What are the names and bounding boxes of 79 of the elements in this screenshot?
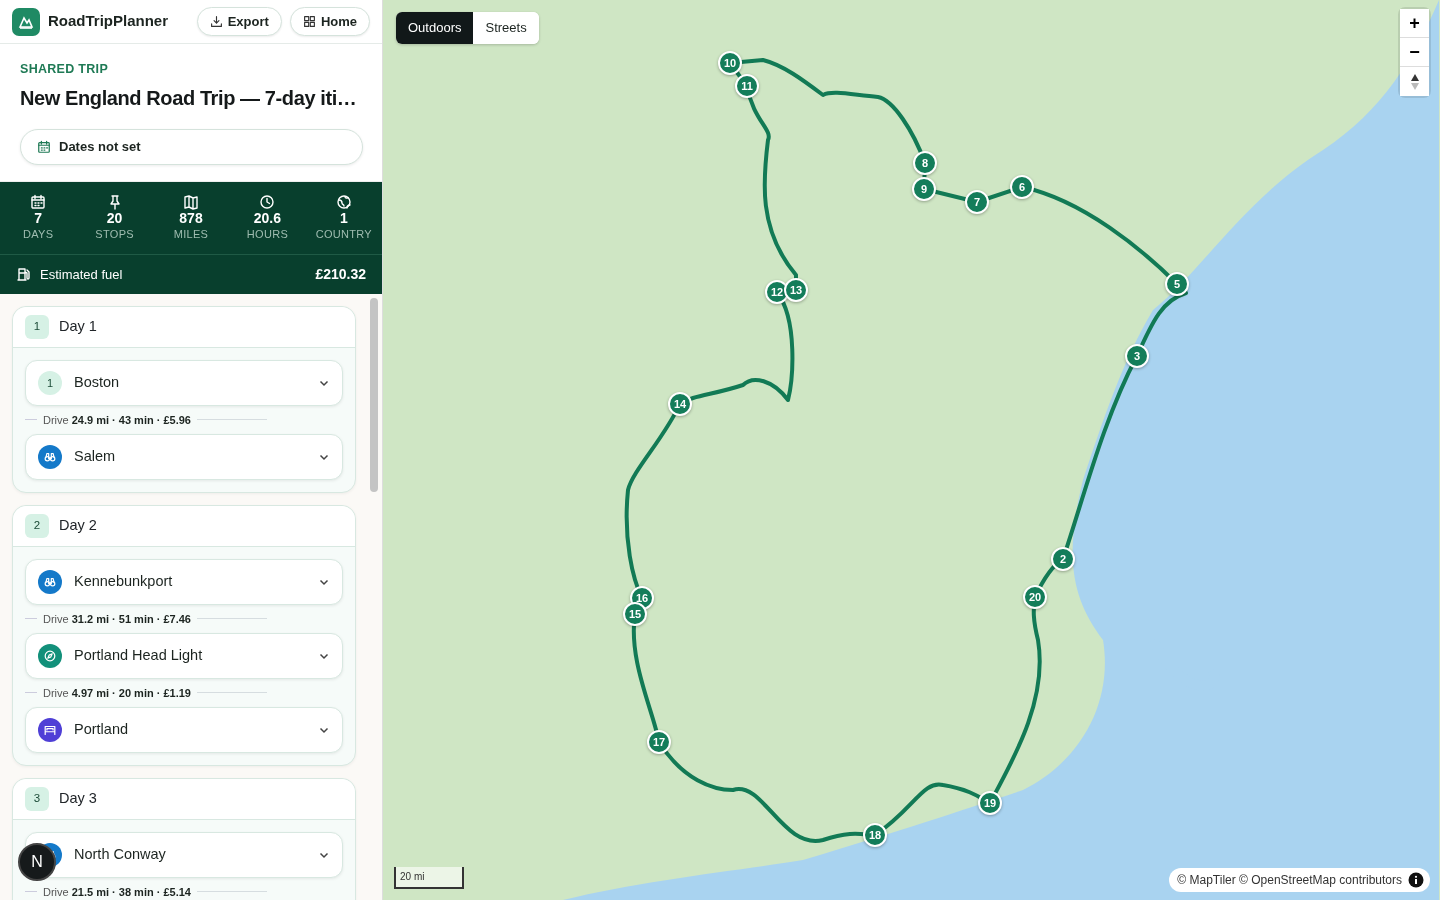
- attribution-text: © MapTiler © OpenStreetMap contributors: [1177, 872, 1402, 889]
- stat-label: MILES: [173, 226, 209, 242]
- map-style-tab[interactable]: Outdoors: [396, 12, 474, 44]
- stat-label: STOPS: [95, 226, 134, 242]
- calendar-icon: [30, 193, 47, 210]
- stat-value: 7: [34, 209, 43, 226]
- route-marker[interactable]: 15: [623, 602, 647, 626]
- day-header[interactable]: 3 Day 3: [13, 778, 355, 820]
- stat-value: 20.6: [253, 209, 282, 226]
- fuel-label: Estimated fuel: [40, 265, 124, 284]
- stop-name: Boston: [74, 372, 121, 392]
- route-marker[interactable]: 18: [863, 823, 887, 847]
- globe-icon: [335, 193, 352, 210]
- stop-name: Salem: [74, 446, 117, 466]
- stop-number: 1: [38, 370, 62, 395]
- north-arrow-icon: [1409, 73, 1420, 92]
- map-view[interactable]: 10 11 8 9 7 6 5 3 2 20 12 13 14 16 15 17 18 19 Outdoors Streets + − 20 mi © MapTiler © OpenStreetMap contributors: [383, 0, 1440, 900]
- route-marker[interactable]: 10: [718, 51, 742, 75]
- calendar-icon: [37, 139, 51, 154]
- route-marker[interactable]: 8: [913, 151, 937, 175]
- scale-bar: 20 mi: [394, 867, 464, 889]
- grid-icon: [302, 15, 316, 28]
- route-marker[interactable]: 2: [1051, 547, 1075, 571]
- route-marker[interactable]: 14: [668, 392, 692, 416]
- day-title: Day 2: [59, 515, 97, 535]
- day-number: 2: [25, 513, 49, 538]
- route-marker[interactable]: 6: [1010, 175, 1034, 199]
- stop-card[interactable]: 1 Boston: [25, 359, 343, 406]
- route-marker[interactable]: 13: [784, 278, 808, 302]
- clock-icon: [259, 193, 276, 210]
- logo-icon: [12, 7, 40, 36]
- day-title: Day 3: [59, 788, 97, 808]
- app-name: RoadTripPlanner: [48, 11, 170, 32]
- day-header[interactable]: 1 Day 1: [13, 306, 355, 348]
- stat-label: HOURS: [246, 226, 289, 242]
- compass-icon: [43, 648, 57, 663]
- fuel-value: £210.32: [315, 264, 366, 284]
- scrollbar[interactable]: [370, 297, 378, 492]
- stop-name: North Conway: [74, 844, 167, 864]
- stat-value: 1: [339, 209, 348, 226]
- drive-info: Drive 4.97 mi · 20 min · £1.19: [43, 685, 191, 701]
- stop-name: Portland: [74, 719, 129, 739]
- stat-value: 878: [179, 209, 203, 226]
- route-marker[interactable]: 11: [735, 74, 759, 98]
- info-icon[interactable]: [1408, 872, 1424, 888]
- map-style-tab[interactable]: Streets: [473, 12, 539, 44]
- stop-name: Portland Head Light: [74, 645, 204, 665]
- route-marker[interactable]: 5: [1165, 272, 1189, 296]
- stop-card[interactable]: Portland Head Light: [25, 632, 343, 679]
- export-button[interactable]: Export: [196, 6, 282, 37]
- download-icon: [209, 15, 223, 28]
- drive-info: Drive 31.2 mi · 51 min · £7.46: [43, 611, 191, 627]
- stop-card[interactable]: Salem: [25, 433, 343, 480]
- route-marker[interactable]: 20: [1023, 585, 1047, 609]
- home-button[interactable]: Home: [289, 6, 370, 37]
- route-marker[interactable]: 9: [912, 177, 936, 201]
- route-marker[interactable]: 19: [978, 791, 1002, 815]
- route-marker[interactable]: 17: [647, 730, 671, 754]
- stat-value: 20: [106, 209, 123, 226]
- drive-info: Drive 24.9 mi · 43 min · £5.96: [43, 412, 191, 428]
- route-marker[interactable]: 12: [765, 280, 789, 304]
- drive-info: Drive 21.5 mi · 38 min · £5.14: [43, 884, 191, 900]
- zoom-in-button[interactable]: +: [1400, 9, 1429, 38]
- day-number: 3: [25, 786, 49, 811]
- day-title: Day 1: [59, 316, 97, 336]
- trip-eyebrow: SHARED TRIP: [20, 61, 110, 78]
- stop-card[interactable]: Portland: [25, 706, 343, 753]
- day-header[interactable]: 2 Day 2: [13, 505, 355, 547]
- fuel-pump-icon: [16, 266, 32, 283]
- route-marker[interactable]: 3: [1125, 344, 1149, 368]
- trip-title: New England Road Trip — 7-day iti…: [20, 85, 358, 111]
- stop-card[interactable]: Kennebunkport: [25, 558, 343, 605]
- stat-label: COUNTRY: [315, 226, 372, 242]
- route-marker[interactable]: 7: [965, 190, 989, 214]
- stop-name: Kennebunkport: [74, 571, 174, 591]
- day-number: 1: [25, 314, 49, 339]
- dates-button[interactable]: Dates not set: [20, 128, 363, 165]
- map-icon: [183, 193, 199, 210]
- stat-label: DAYS: [23, 226, 54, 242]
